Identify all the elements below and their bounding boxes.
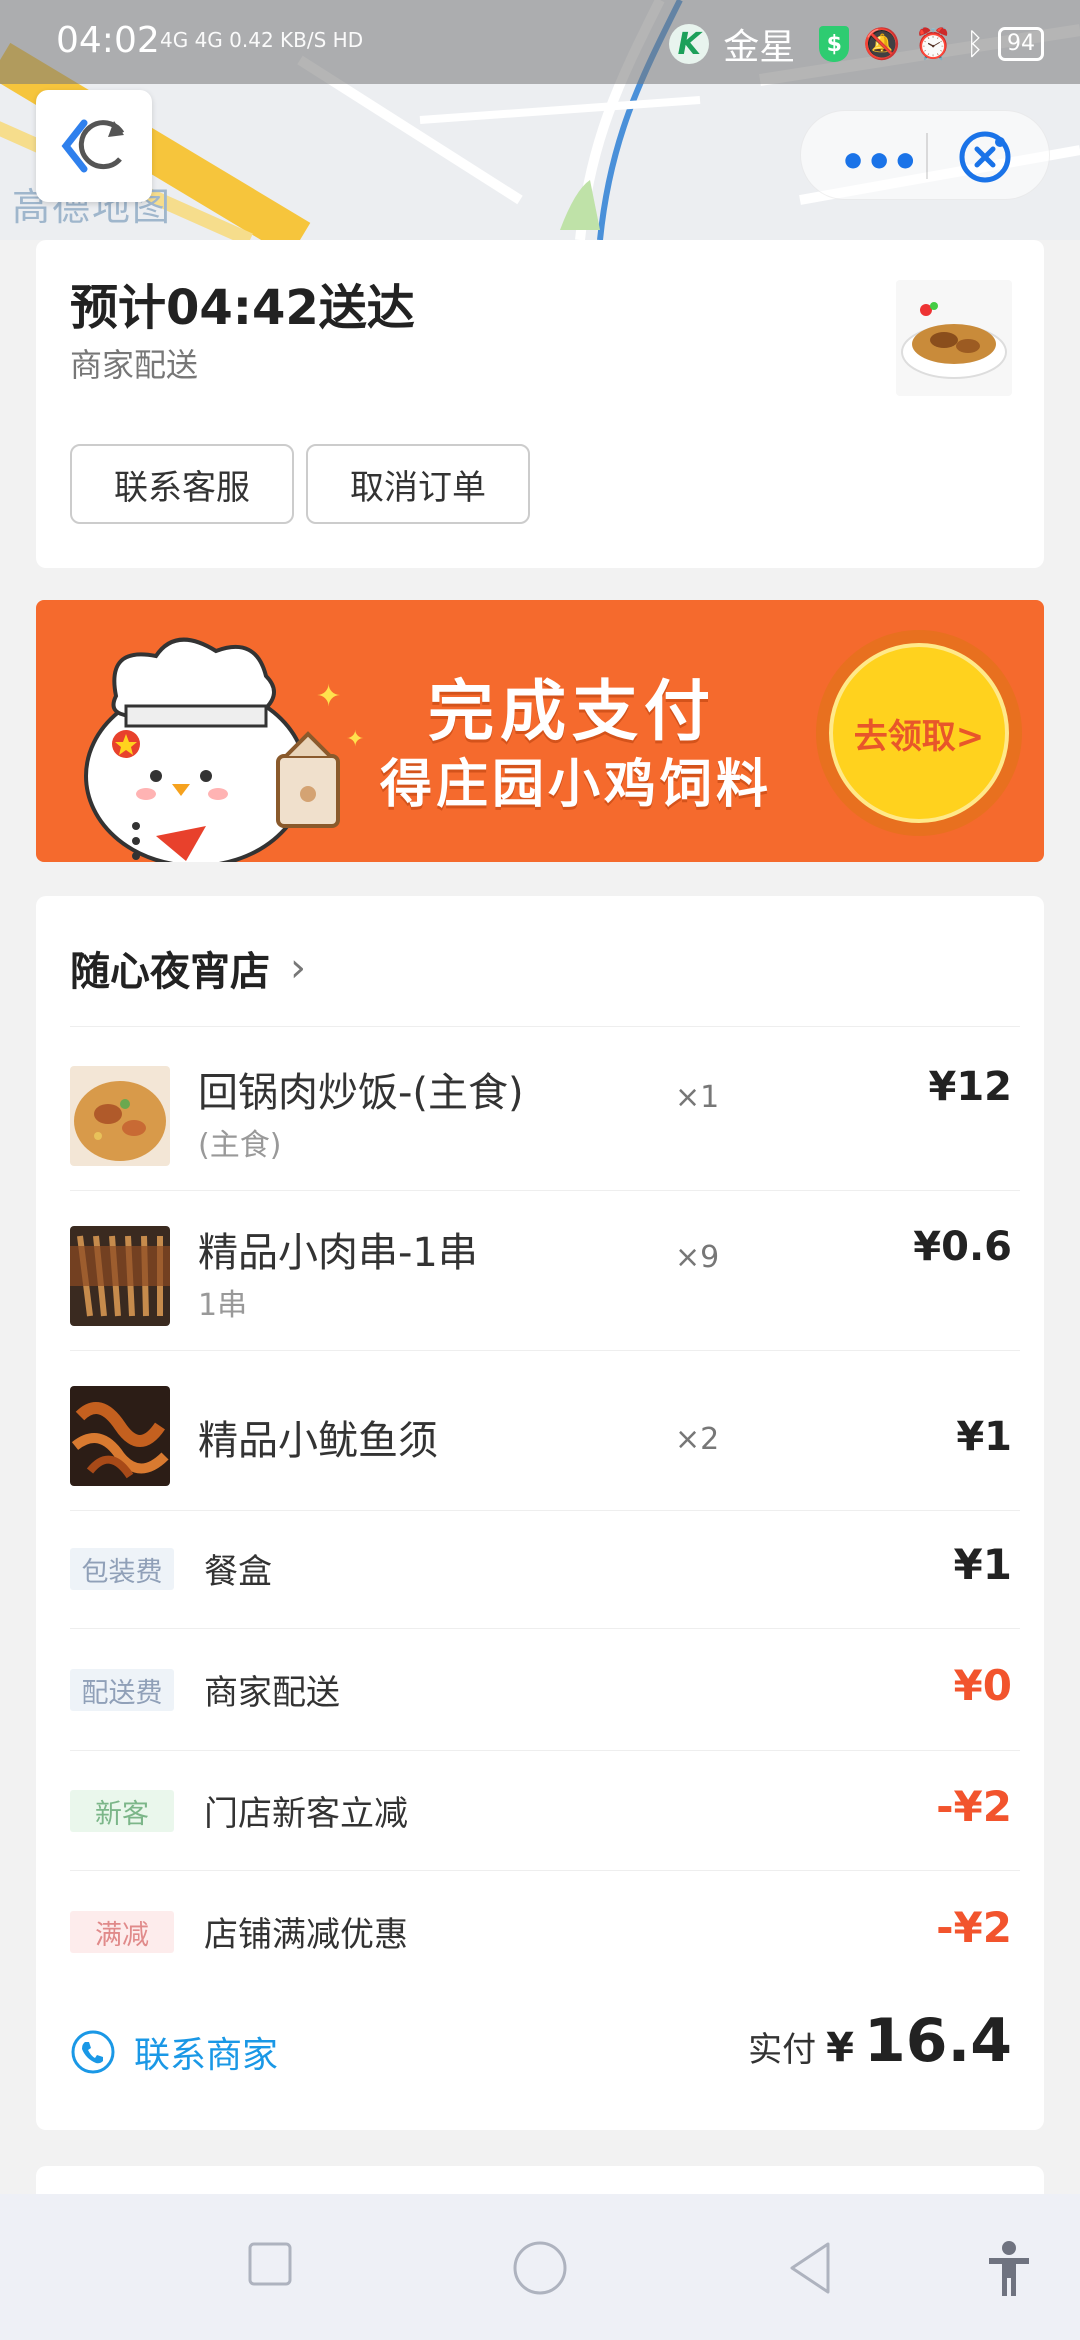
chevron-right-icon: › xyxy=(290,945,306,991)
svg-text:✦: ✦ xyxy=(316,679,341,714)
order-item: 回锅肉炒饭-(主食) (主食) ×1 ¥12 xyxy=(70,1044,1012,1204)
item-name: 精品小肉串-1串 xyxy=(198,1230,478,1276)
mute-icon: 🔕 xyxy=(863,26,901,62)
k-app-icon: K xyxy=(669,24,710,64)
battery-icon: 94 xyxy=(998,27,1044,61)
fee-label: 门店新客立减 xyxy=(204,1794,408,1834)
divider xyxy=(70,1190,1020,1191)
divider xyxy=(70,1350,1020,1351)
more-icon[interactable]: ••• xyxy=(839,137,919,188)
divider xyxy=(70,1628,1020,1629)
banner-claim-button[interactable]: 去领取> xyxy=(816,630,1022,836)
order-food-thumbnail xyxy=(896,280,1012,396)
back-icon[interactable] xyxy=(786,2240,834,2296)
fee-amount: -¥2 xyxy=(936,1782,1012,1831)
status-carrier: 金星 xyxy=(723,27,796,68)
divider xyxy=(70,1750,1020,1751)
refresh-button[interactable] xyxy=(36,90,152,202)
status-time: 04:02 xyxy=(56,20,160,61)
banner-claim-label: 去领取> xyxy=(829,643,1009,823)
fee-amount: ¥0 xyxy=(953,1661,1012,1710)
fee-row-new-customer: 新客 门店新客立减 -¥2 xyxy=(70,1752,1012,1872)
item-quantity: ×9 xyxy=(675,1240,720,1275)
item-spec: (主食) xyxy=(198,1128,282,1163)
alarm-icon: ⏰ xyxy=(914,26,952,62)
fee-tag: 配送费 xyxy=(70,1669,174,1711)
fee-row-delivery: 配送费 商家配送 ¥0 xyxy=(70,1631,1012,1751)
banner-subtitle: 得庄园小鸡饲料 xyxy=(380,755,773,815)
chicken-mascot: ✦ ✦ xyxy=(84,637,364,862)
paid-label: 实付 xyxy=(748,2030,817,2070)
delivery-type: 商家配送 xyxy=(70,346,199,384)
phone-icon xyxy=(71,2030,115,2074)
fee-tag: 包装费 xyxy=(70,1548,174,1590)
store-link[interactable]: 随心夜宵店 › xyxy=(70,928,306,1008)
close-icon[interactable] xyxy=(957,129,1013,185)
item-price: ¥0.6 xyxy=(913,1224,1012,1270)
status-network: 4G 4G 0.42 KB/S HD xyxy=(160,28,364,52)
fee-label: 店铺满减优惠 xyxy=(204,1915,408,1955)
item-image-fried-rice xyxy=(70,1066,170,1166)
fee-label: 餐盒 xyxy=(204,1552,272,1592)
fee-label: 商家配送 xyxy=(204,1673,340,1713)
item-quantity: ×2 xyxy=(675,1422,720,1457)
cancel-order-button[interactable]: 取消订单 xyxy=(306,444,530,524)
eta-text: 预计04:42送达 xyxy=(70,280,415,336)
store-name: 随心夜宵店 xyxy=(70,949,270,995)
fee-tag: 满减 xyxy=(70,1911,174,1953)
item-name: 精品小鱿鱼须 xyxy=(198,1418,438,1464)
fee-row-discount: 满减 店铺满减优惠 -¥2 xyxy=(70,1873,1012,1993)
divider xyxy=(70,1026,1020,1027)
banner-title: 完成支付 xyxy=(428,673,716,750)
divider xyxy=(70,1870,1020,1871)
item-name: 回锅肉炒饭-(主食) xyxy=(198,1070,524,1116)
promo-banner[interactable]: ✦ ✦ 完成支付 得庄园小鸡饲料 去领取> xyxy=(36,600,1044,862)
svg-text:✦: ✦ xyxy=(346,727,364,752)
paid-amount: 16.4 xyxy=(863,2006,1012,2076)
order-item: 精品小鱿鱼须 ×2 ¥1 xyxy=(70,1364,1012,1524)
fee-amount: ¥1 xyxy=(953,1540,1012,1589)
item-spec: 1串 xyxy=(198,1288,248,1323)
status-bar: 04:02 4G 4G 0.42 KB/S HD K 金星 $ 🔕 ⏰ ᛒ 94 xyxy=(0,0,1080,84)
paid-total: 实付 ¥ 16.4 xyxy=(748,2006,1012,2076)
accessibility-icon[interactable] xyxy=(986,2240,1032,2300)
item-price: ¥1 xyxy=(956,1414,1012,1460)
item-price: ¥12 xyxy=(928,1064,1013,1110)
order-item: 精品小肉串-1串 1串 ×9 ¥0.6 xyxy=(70,1204,1012,1364)
contact-store-button[interactable]: 联系商家 xyxy=(70,2026,278,2078)
order-card: 随心夜宵店 › 回锅肉炒饭-(主食) (主食) ×1 ¥12 精品小肉串-1串 … xyxy=(36,896,1044,2130)
paid-currency: ¥ xyxy=(826,2025,854,2071)
home-icon[interactable] xyxy=(512,2240,568,2296)
contact-service-button[interactable]: 联系客服 xyxy=(70,444,294,524)
recent-apps-icon[interactable] xyxy=(246,2240,294,2288)
item-image-meat-skewer xyxy=(70,1226,170,1326)
fee-amount: -¥2 xyxy=(936,1903,1012,1952)
delivery-card: 预计04:42送达 商家配送 联系客服 取消订单 xyxy=(36,240,1044,568)
back-refresh-icon xyxy=(61,119,125,173)
fee-row-packaging: 包装费 餐盒 ¥1 xyxy=(70,1510,1012,1630)
contact-store-label: 联系商家 xyxy=(134,2035,279,2076)
item-image-squid xyxy=(70,1386,170,1486)
fee-tag: 新客 xyxy=(70,1790,174,1832)
item-quantity: ×1 xyxy=(675,1080,720,1115)
system-nav-bar xyxy=(0,2194,1080,2340)
capsule-divider xyxy=(926,133,928,179)
mini-program-capsule: ••• xyxy=(800,110,1050,200)
shield-icon: $ xyxy=(819,26,850,62)
bluetooth-icon: ᛒ xyxy=(966,26,984,62)
